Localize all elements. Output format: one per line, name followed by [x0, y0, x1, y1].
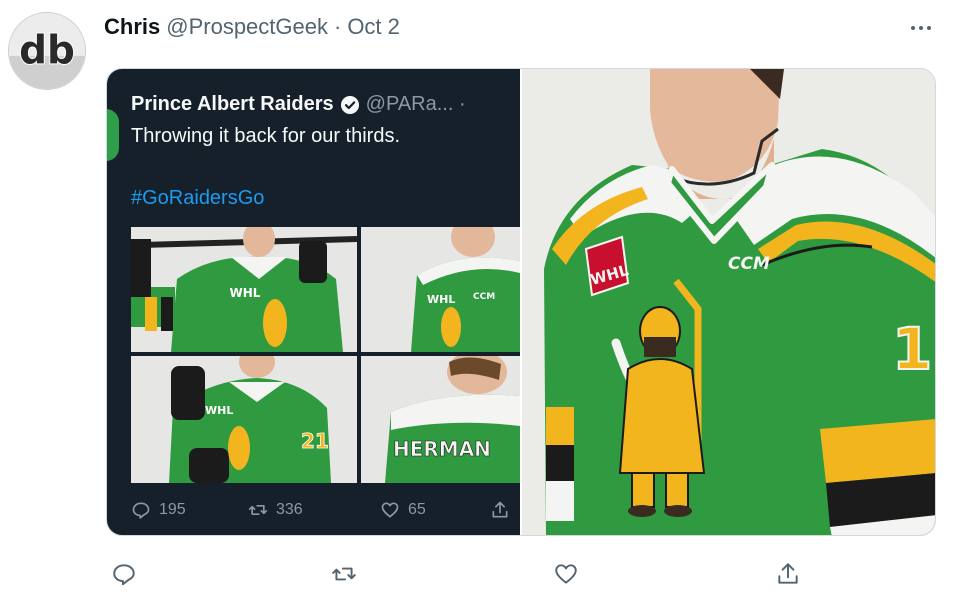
- avatar[interactable]: db: [8, 12, 86, 90]
- retweet-icon: [248, 505, 268, 515]
- grid-photo-gloves-pose: 21 WHL: [131, 356, 357, 483]
- grid-photo-back-view: HERMAN: [361, 356, 520, 483]
- embedded-share-stat: [490, 500, 510, 520]
- share-button[interactable]: [770, 556, 806, 592]
- embedded-tweet-screenshot: Prince Albert Raiders @PARa... · Throwin…: [107, 69, 520, 535]
- grid-photo-league-logo: WHL: [205, 404, 233, 417]
- embedded-retweet-stat: 336: [248, 500, 380, 520]
- retweet-button[interactable]: [326, 556, 362, 592]
- retweet-count: 336: [276, 501, 303, 518]
- embedded-photo-grid: WHL WHL CCM 21 WHL HERMAN: [131, 227, 520, 483]
- jersey-closeup-photo: 12 CCM WHL: [522, 69, 936, 535]
- author-name[interactable]: Chris: [104, 14, 160, 40]
- separator-dot: ·: [333, 14, 342, 39]
- embedded-tweet-header: Prince Albert Raiders @PARa... ·: [131, 93, 466, 116]
- tweet-date[interactable]: Oct 2: [347, 14, 400, 40]
- reply-button[interactable]: [106, 556, 142, 592]
- jersey-brand: CCM: [728, 254, 770, 274]
- avatar-logo-text: db: [19, 29, 75, 74]
- reply-count: 195: [159, 501, 186, 518]
- verified-badge-icon: [340, 95, 359, 114]
- avatar-edge: [107, 109, 119, 161]
- grid-photo-brand: CCM: [473, 292, 495, 302]
- heart-icon: [381, 502, 399, 518]
- embedded-action-bar: 195 336 65: [131, 497, 511, 523]
- author-handle[interactable]: @ProspectGeek: [166, 14, 328, 40]
- share-icon: [778, 563, 798, 584]
- jersey-number: 12: [892, 315, 936, 383]
- heart-icon: [555, 564, 577, 584]
- tweet-header: Chris @ProspectGeek · Oct 2: [104, 14, 400, 40]
- grid-photo-league-logo: WHL: [230, 286, 261, 300]
- grid-photo-nameplate: HERMAN: [393, 437, 491, 461]
- tweet-media[interactable]: Prince Albert Raiders @PARa... · Throwin…: [106, 68, 936, 536]
- grid-photo-stick-pose: WHL: [131, 227, 357, 352]
- like-button[interactable]: [548, 556, 584, 592]
- grid-photo-side-view: WHL CCM: [361, 227, 520, 352]
- share-icon: [492, 501, 508, 518]
- more-horizontal-icon[interactable]: [904, 16, 938, 40]
- grid-photo-league-logo: WHL: [427, 293, 455, 306]
- embedded-author-handle: @PARa... ·: [365, 93, 466, 115]
- grid-photo-number: 21: [301, 429, 329, 453]
- embedded-tweet-text: Throwing it back for our thirds.: [131, 125, 400, 147]
- embedded-author-name: Prince Albert Raiders: [131, 93, 334, 115]
- retweet-icon: [332, 567, 356, 581]
- like-count: 65: [408, 501, 426, 518]
- reply-icon: [113, 564, 135, 586]
- embedded-reply-stat: 195: [131, 500, 248, 520]
- embedded-like-stat: 65: [380, 500, 490, 520]
- reply-icon: [132, 502, 150, 519]
- tweet-action-bar: [106, 556, 806, 592]
- embedded-hashtag: #GoRaidersGo: [131, 187, 265, 209]
